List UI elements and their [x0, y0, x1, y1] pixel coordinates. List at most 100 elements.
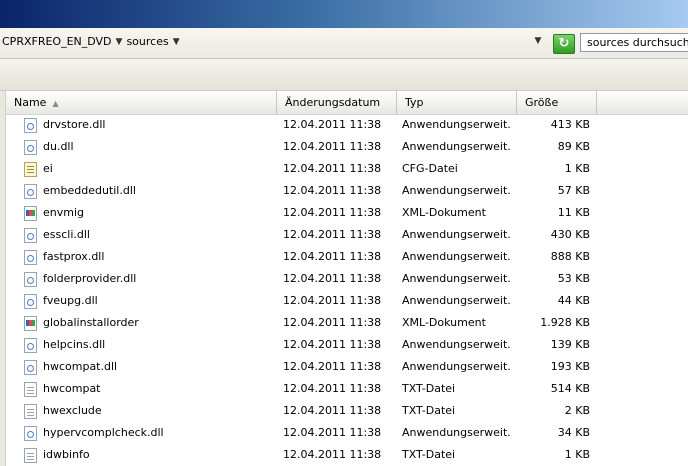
file-name-cell: embeddedutil.dll [24, 180, 274, 202]
chevron-down-icon[interactable]: ▼ [173, 37, 180, 47]
txt-file-icon [24, 403, 37, 419]
dll-file-icon [24, 337, 37, 353]
file-date: 12.04.2011 11:38 [283, 382, 382, 395]
refresh-icon[interactable]: ↻ [553, 34, 575, 54]
file-name-cell: helpcins.dll [24, 334, 274, 356]
file-size: 1 KB [564, 162, 590, 175]
file-name: esscli.dll [43, 228, 90, 241]
search-input[interactable]: sources durchsuchen [580, 33, 688, 52]
xml-file-icon [24, 205, 37, 221]
breadcrumb-item-dvd[interactable]: CPRXFREO_EN_DVD [2, 35, 112, 48]
file-type: TXT-Datei [402, 448, 456, 461]
file-date: 12.04.2011 11:38 [283, 316, 382, 329]
file-row[interactable]: helpcins.dll 12.04.2011 11:38 Anwendungser… [6, 334, 688, 356]
file-type: Anwendungserweit... [402, 294, 512, 307]
file-name-cell: hwcompat [24, 378, 274, 400]
file-type: Anwendungserweit... [402, 250, 512, 263]
file-row[interactable]: globalinstallorder 12.04.2011 11:38 XML-Do… [6, 312, 688, 334]
file-name: ei [43, 162, 53, 175]
file-row[interactable]: hwcompat.dll 12.04.2011 11:38 Anwendungser… [6, 356, 688, 378]
file-size: 1 KB [564, 448, 590, 461]
file-size: 44 KB [557, 294, 590, 307]
chevron-down-icon[interactable]: ▼ [116, 37, 123, 47]
file-name: helpcins.dll [43, 338, 106, 351]
file-size: 1.928 KB [540, 316, 590, 329]
dll-file-icon [24, 117, 37, 133]
file-name-cell: folderprovider.dll [24, 268, 274, 290]
file-size: 193 KB [550, 360, 590, 373]
file-row[interactable]: hwexclude 12.04.2011 11:38 TXT-Datei 2 KB [6, 400, 688, 422]
file-type: Anwendungserweit... [402, 338, 512, 351]
file-name: envmig [43, 206, 85, 219]
file-row[interactable]: ei 12.04.2011 11:38 CFG-Datei 1 KB [6, 158, 688, 180]
file-type: CFG-Datei [402, 162, 458, 175]
file-row[interactable]: idwbinfo 12.04.2011 11:38 TXT-Datei 1 KB [6, 444, 688, 466]
file-date: 12.04.2011 11:38 [283, 294, 382, 307]
file-date: 12.04.2011 11:38 [283, 426, 382, 439]
column-header-name[interactable]: Name ▲ [6, 91, 277, 114]
file-name: hwexclude [43, 404, 102, 417]
file-name: folderprovider.dll [43, 272, 137, 285]
cfg-file-icon [24, 161, 37, 177]
file-size: 2 KB [564, 404, 590, 417]
file-size: 89 KB [557, 140, 590, 153]
file-size: 139 KB [550, 338, 590, 351]
file-name: hwcompat.dll [43, 360, 118, 373]
file-type: Anwendungserweit... [402, 272, 512, 285]
address-history-dropdown[interactable]: ▼ [530, 36, 546, 50]
file-date: 12.04.2011 11:38 [283, 360, 382, 373]
file-date: 12.04.2011 11:38 [283, 184, 382, 197]
file-name-cell: globalinstallorder [24, 312, 274, 334]
file-row[interactable]: folderprovider.dll 12.04.2011 11:38 Anwend… [6, 268, 688, 290]
file-size: 53 KB [557, 272, 590, 285]
file-date: 12.04.2011 11:38 [283, 206, 382, 219]
address-bar[interactable]: CPRXFREO_EN_DVD ▼ sources ▼ ▼ ↻ sources … [0, 28, 688, 59]
file-row[interactable]: hypervcomplcheck.dll 12.04.2011 11:38 Anwe… [6, 422, 688, 444]
file-date: 12.04.2011 11:38 [283, 140, 382, 153]
breadcrumb-item-sources[interactable]: sources [126, 35, 168, 48]
file-size: 413 KB [550, 118, 590, 131]
file-row[interactable]: embeddedutil.dll 12.04.2011 11:38 Anwendun… [6, 180, 688, 202]
file-type: XML-Dokument [402, 316, 486, 329]
file-name-cell: esscli.dll [24, 224, 274, 246]
file-name-cell: drvstore.dll [24, 114, 274, 136]
file-row[interactable]: du.dll 12.04.2011 11:38 Anwendungserweit..… [6, 136, 688, 158]
sort-ascending-icon: ▲ [52, 99, 59, 108]
dll-file-icon [24, 249, 37, 265]
file-name-cell: du.dll [24, 136, 274, 158]
file-type: Anwendungserweit... [402, 426, 512, 439]
file-row[interactable]: hwcompat 12.04.2011 11:38 TXT-Datei 514 KB [6, 378, 688, 400]
file-row[interactable]: fveupg.dll 12.04.2011 11:38 Anwendungserwe… [6, 290, 688, 312]
file-size: 34 KB [557, 426, 590, 439]
file-row[interactable]: drvstore.dll 12.04.2011 11:38 Anwendungser… [6, 114, 688, 136]
dll-file-icon [24, 293, 37, 309]
file-row[interactable]: esscli.dll 12.04.2011 11:38 Anwendungserwe… [6, 224, 688, 246]
file-date: 12.04.2011 11:38 [283, 118, 382, 131]
txt-file-icon [24, 381, 37, 397]
file-date: 12.04.2011 11:38 [283, 448, 382, 461]
command-toolbar [0, 59, 688, 91]
column-header-name-label: Name [14, 96, 47, 109]
dll-file-icon [24, 359, 37, 375]
column-header-date[interactable]: Änderungsdatum [277, 91, 397, 114]
file-row[interactable]: envmig 12.04.2011 11:38 XML-Dokument 11 KB [6, 202, 688, 224]
file-name-cell: fveupg.dll [24, 290, 274, 312]
column-header-size[interactable]: Größe [517, 91, 597, 114]
breadcrumb: CPRXFREO_EN_DVD ▼ sources ▼ [2, 35, 180, 48]
file-type: TXT-Datei [402, 382, 456, 395]
window-title-bar [0, 0, 688, 28]
file-name: fastprox.dll [43, 250, 105, 263]
file-name-cell: fastprox.dll [24, 246, 274, 268]
file-name-cell: ei [24, 158, 274, 180]
file-name: hwcompat [43, 382, 101, 395]
dll-file-icon [24, 227, 37, 243]
file-type: Anwendungserweit... [402, 184, 512, 197]
file-size: 514 KB [550, 382, 590, 395]
file-name: globalinstallorder [43, 316, 139, 329]
column-header-type[interactable]: Typ [397, 91, 517, 114]
dll-file-icon [24, 271, 37, 287]
dll-file-icon [24, 139, 37, 155]
file-name: idwbinfo [43, 448, 90, 461]
file-row[interactable]: fastprox.dll 12.04.2011 11:38 Anwendungser… [6, 246, 688, 268]
file-size: 888 KB [550, 250, 590, 263]
